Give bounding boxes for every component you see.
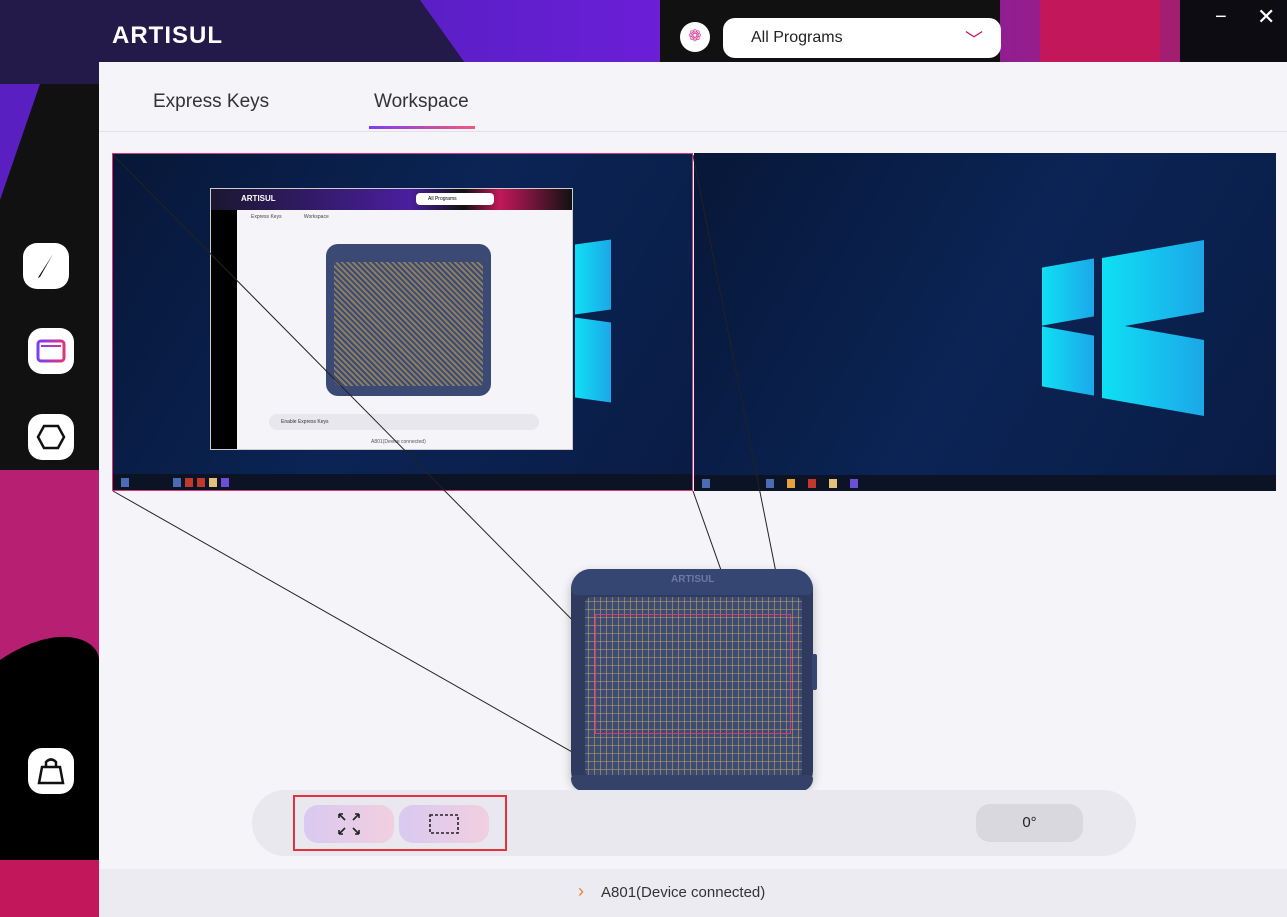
chevron-right-icon[interactable]: ›	[578, 881, 584, 902]
expand-arrows-icon	[338, 813, 360, 835]
rotation-button[interactable]: 0°	[976, 804, 1083, 842]
tablet-image: ARTISUL	[571, 569, 817, 791]
status-bar: › A801(Device connected)	[99, 869, 1287, 917]
custom-area-button[interactable]	[399, 805, 489, 843]
tablet-logo: ARTISUL	[671, 574, 715, 585]
device-status[interactable]: A801(Device connected)	[601, 884, 765, 901]
full-area-button[interactable]	[304, 805, 394, 843]
active-area-rect[interactable]	[595, 614, 791, 734]
dashed-rect-icon	[429, 814, 459, 834]
